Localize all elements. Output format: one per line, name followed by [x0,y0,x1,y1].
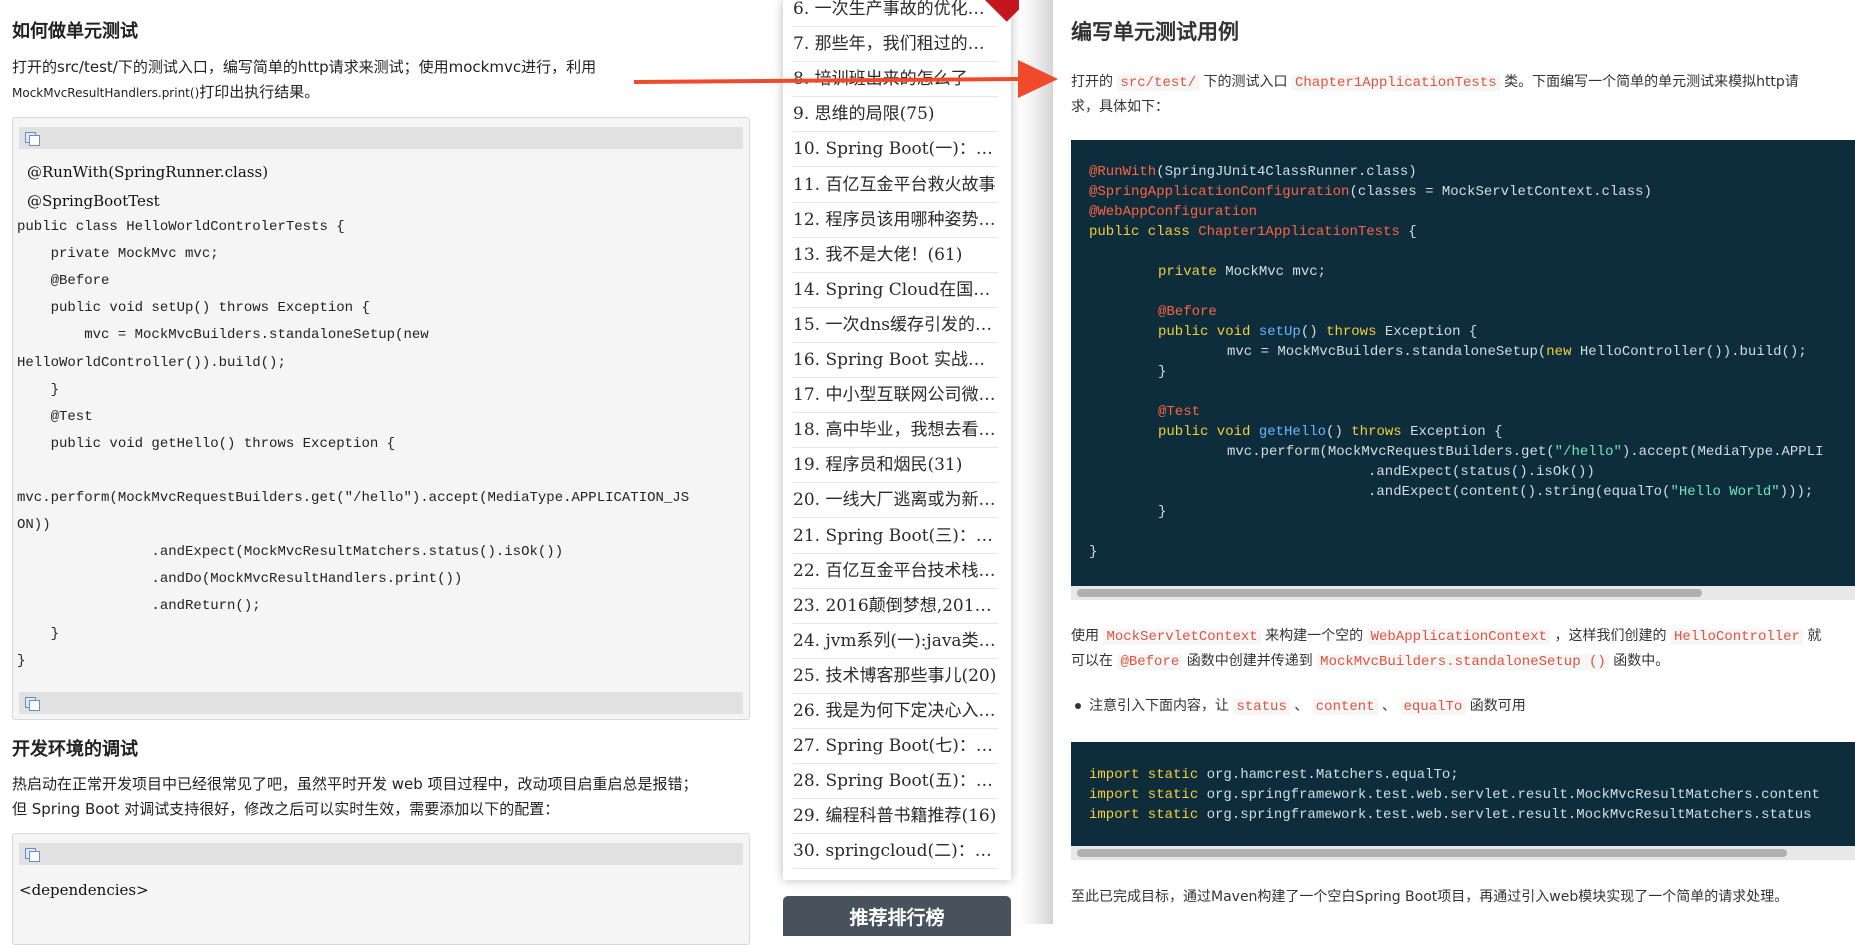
ranking-item-link[interactable]: 28. Spring Boot(五)：Spring Data [793,764,998,800]
ranking-item-link[interactable]: 16. Spring Boot 实战：我们的第一款 [793,343,998,378]
conclusion-paragraph: 至此已完成目标，通过Maven构建了一个空白Spring Boot项目，再通过引… [1071,889,1789,905]
code-line: public void setUp() throws Exception { [1158,324,1478,340]
code-line: .andExpect(status().isOk()) [1368,464,1595,480]
code-line: @SpringApplicationConfiguration(classes … [1089,184,1652,200]
ranking-item-link[interactable]: 10. Spring Boot(一)：入门篇 [793,132,998,168]
ranking-item-link[interactable]: 14. Spring Cloud在国内中小型公司 [793,273,998,308]
panel-divider [1019,0,1053,924]
section-heading-write-tests: 编写单元测试用例 [1071,20,1239,44]
code-line: <dependencies> [19,881,149,899]
ranking-item-link[interactable]: 15. 一次dns缓存引发的惨案 [793,308,998,343]
ranking-item-link[interactable]: 21. Spring Boot(三)：Spring Boot [793,519,998,554]
code-line: public class HelloWorldControlerTests { [17,219,345,235]
code-line: @Before [1158,304,1217,320]
code-line: @Before [17,273,110,290]
ranking-item-link[interactable]: 18. 高中毕业，我想去看看这个世界 [793,413,998,449]
dev-debug-intro: 热启动在正常开发项目中已经很常见了吧，虽然平时开发 web 项目过程中，改动项目… [12,775,698,818]
section-heading-dev-debug: 开发环境的调试 [12,739,138,760]
code-block-test-class[interactable]: @RunWith(SpringJUnit4ClassRunner.class) … [1071,140,1855,586]
ranking-item-link[interactable]: 17. 中小型互联网公司微服务实践 [793,378,998,414]
mock-context-paragraph: 使用 MockServletContext 来构建一个空的 WebApplica… [1071,628,1822,670]
code-line: .andDo(MockMvcResultHandlers.print()) [17,571,463,588]
code-line: @WebAppConfiguration [1089,204,1258,220]
code-line: mvc = MockMvcBuilders.standaloneSetup(ne… [1227,344,1807,360]
ranking-item-link[interactable]: 7. 那些年，我们租过的房子 [793,27,998,63]
left-article: 如何做单元测试 打开的src/test/下的测试入口，编写简单的http请求来测… [0,0,760,945]
write-tests-intro: 打开的 src/test/ 下的测试入口 Chapter1Application… [1071,74,1799,115]
code-toolbar [19,692,743,714]
code-line: public void getHello() throws Exception … [17,435,396,452]
ranking-sidebar: 6. 一次生产事故的优化经历 7. 那些年，我们租过的房子 8. 培训班出来的怎么了… [783,0,1011,880]
copy-code-icon[interactable] [25,697,40,711]
copy-code-icon[interactable] [25,848,40,862]
code-horizontal-scrollbar[interactable] [1071,586,1855,600]
recommend-ranking-button[interactable]: 推荐排行榜 [783,896,1011,936]
bullet-icon [1075,703,1081,709]
section-heading-unit-test: 如何做单元测试 [12,21,138,42]
ranking-item-link[interactable]: 30. springcloud(二)：注册中心 [793,834,998,870]
code-block-imports[interactable]: import static org.hamcrest.Matchers.equa… [1071,742,1855,846]
code-line: import static org.springframework.test.w… [1089,787,1820,803]
right-article: 编写单元测试用例 打开的 src/test/ 下的测试入口 Chapter1Ap… [1053,0,1855,924]
code-line: ON)) [17,517,51,534]
ranking-item-link[interactable]: 26. 我是为何下定决心入行的 [793,694,998,729]
code-line: } [1158,504,1167,520]
code-toolbar [19,127,743,149]
ranking-item-link[interactable]: 8. 培训班出来的怎么了 [793,62,998,98]
copy-code-icon[interactable] [25,132,40,146]
code-line: import static org.springframework.test.w… [1089,807,1812,823]
code-line: } [17,652,26,669]
code-line: .andReturn(); [17,598,261,615]
code-line: @RunWith(SpringJUnit4ClassRunner.class) [1089,164,1417,180]
code-line: @Test [1158,404,1201,420]
scrollbar-thumb[interactable] [1077,849,1787,857]
code-line: import static org.hamcrest.Matchers.equa… [1089,767,1459,783]
ranking-item-link[interactable]: 27. Spring Boot(七)：Mongodb [793,729,998,765]
code-horizontal-scrollbar[interactable] [1071,846,1855,860]
ranking-item-link[interactable]: 19. 程序员和烟民(31) [793,448,998,484]
code-line: } [17,625,60,642]
ranking-item-link[interactable]: 9. 思维的局限(75) [793,97,998,133]
code-line: .andExpect(MockMvcResultMatchers.status(… [17,544,564,561]
code-block-unit-test[interactable]: @RunWith(SpringRunner.class) @SpringBoot… [12,117,750,720]
code-annotation: @SpringBootTest [27,192,160,210]
code-line: mvc.perform(MockMvcRequestBuilders.get("… [17,490,690,506]
code-annotation: @RunWith(SpringRunner.class) [27,163,269,181]
ranking-item-link[interactable]: 11. 百亿互金平台救火故事 [793,168,998,203]
ranking-item-link[interactable]: 12. 程序员该用哪种姿势来提问 [793,203,998,238]
scrollbar-thumb[interactable] [1077,589,1702,597]
ranking-item-link[interactable]: 20. 一线大厂逃离或为新常态 [793,483,998,519]
code-line: HelloWorldController()).build(); [17,354,286,371]
ranking-item-link[interactable]: 24. jvm系列(一):java类的加载机制 [793,624,998,659]
code-line: .andExpect(content().string(equalTo("Hel… [1368,484,1814,500]
code-block-dependencies[interactable]: <dependencies> [12,833,750,945]
code-line: @Test [17,408,93,425]
code-line: mvc.perform(MockMvcRequestBuilders.get("… [1227,444,1824,460]
code-line: public void getHello() throws Exception … [1158,424,1503,440]
ranking-item-link[interactable]: 23. 2016颠倒梦想,2017年的计划 [793,589,998,624]
ranking-item-link[interactable]: 13. 我不是大佬！(61) [793,238,998,273]
ranking-item-link[interactable]: 25. 技术博客那些事儿(20) [793,659,998,694]
code-line: private MockMvc mvc; [1158,264,1327,280]
code-line: } [1158,364,1167,380]
code-line: } [17,381,60,398]
unit-test-intro: 打开的src/test/下的测试入口，编写简单的http请求来测试；使用mock… [12,58,597,101]
code-line: mvc = MockMvcBuilders.standaloneSetup(ne… [17,327,429,344]
code-toolbar [19,843,743,865]
ranking-item-link[interactable]: 22. 百亿互金平台技术栈剖析 [793,554,998,589]
ranking-item-link[interactable]: 6. 一次生产事故的优化经历 [793,0,998,27]
code-line: private MockMvc mvc; [17,246,219,263]
ranking-item-link[interactable]: 29. 编程科普书籍推荐(16) [793,799,998,835]
code-line: public class Chapter1ApplicationTests { [1089,224,1417,240]
code-line: } [1089,544,1098,560]
code-line: public void setUp() throws Exception { [17,300,370,317]
